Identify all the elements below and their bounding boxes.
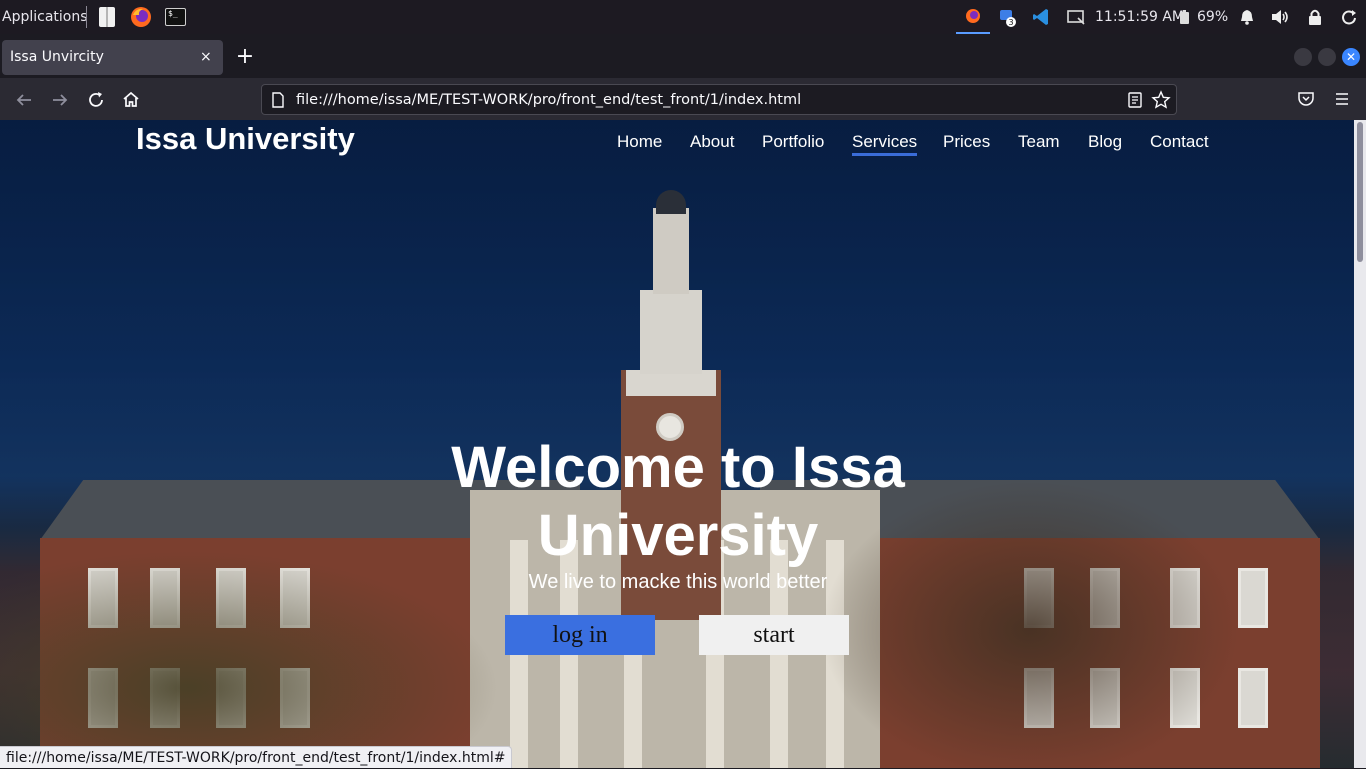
page-icon bbox=[271, 92, 285, 108]
window-close-button[interactable]: ✕ bbox=[1342, 48, 1360, 66]
nav-link-contact[interactable]: Contact bbox=[1150, 131, 1209, 153]
chat-tray-icon[interactable]: 3 bbox=[996, 0, 1022, 34]
window-minimize-button[interactable] bbox=[1294, 48, 1312, 66]
new-tab-button[interactable]: + bbox=[233, 46, 257, 70]
desktop-panel: Applications $_ 3 11:51:59 AM 69% bbox=[0, 0, 1366, 34]
hero-subtitle: We live to macke this world better bbox=[528, 571, 828, 593]
battery-percentage: 69% bbox=[1197, 9, 1229, 25]
url-bar[interactable]: file:///home/issa/ME/TEST-WORK/pro/front… bbox=[261, 84, 1177, 115]
nav-link-services[interactable]: Services bbox=[852, 131, 918, 156]
url-text[interactable]: file:///home/issa/ME/TEST-WORK/pro/front… bbox=[296, 85, 801, 115]
applications-menu[interactable]: Applications bbox=[0, 0, 88, 34]
pocket-icon[interactable] bbox=[1296, 89, 1316, 109]
tower-belfry bbox=[640, 290, 702, 374]
bell-icon[interactable] bbox=[1238, 8, 1256, 26]
nav-link-portfolio[interactable]: Portfolio bbox=[762, 131, 824, 153]
site-header: Issa University Home About Portfolio Ser… bbox=[0, 120, 1354, 170]
hamburger-menu-icon[interactable] bbox=[1332, 89, 1352, 109]
firefox-launcher-icon[interactable] bbox=[130, 6, 152, 28]
bookmark-star-icon[interactable] bbox=[1151, 90, 1171, 110]
clock[interactable]: 11:51:59 AM bbox=[1095, 0, 1184, 34]
hero-title: Welcome to Issa University bbox=[451, 435, 905, 568]
screenshot-tray-icon[interactable] bbox=[1064, 0, 1088, 34]
nav-link-home[interactable]: Home bbox=[617, 131, 662, 153]
tab-title: Issa Unvircity bbox=[10, 49, 104, 65]
tower-cupola bbox=[653, 208, 689, 294]
home-icon[interactable] bbox=[119, 88, 143, 112]
files-launcher-icon[interactable] bbox=[96, 6, 118, 28]
vscode-tray-icon[interactable] bbox=[1030, 0, 1054, 34]
power-icon[interactable] bbox=[1340, 8, 1358, 26]
page-scrollbar[interactable] bbox=[1354, 120, 1366, 768]
firefox-tray-icon[interactable] bbox=[956, 0, 990, 34]
link-status-bar: file:///home/issa/ME/TEST-WORK/pro/front… bbox=[0, 746, 513, 768]
terminal-launcher-icon[interactable]: $_ bbox=[164, 6, 186, 28]
site-logo[interactable]: Issa University bbox=[136, 120, 355, 158]
tower-dome bbox=[656, 190, 686, 214]
login-button[interactable]: log in bbox=[505, 615, 655, 655]
reload-icon[interactable] bbox=[84, 88, 108, 112]
nav-link-team[interactable]: Team bbox=[1018, 131, 1060, 153]
lock-icon[interactable] bbox=[1306, 8, 1324, 26]
panel-separator bbox=[86, 6, 87, 28]
nav-link-prices[interactable]: Prices bbox=[943, 131, 990, 153]
chat-badge: 3 bbox=[1008, 18, 1013, 27]
tab-close-icon[interactable]: × bbox=[200, 40, 212, 75]
battery-icon[interactable] bbox=[1180, 10, 1189, 24]
window-maximize-button[interactable] bbox=[1318, 48, 1336, 66]
reader-view-icon[interactable] bbox=[1126, 91, 1144, 109]
scrollbar-thumb[interactable] bbox=[1357, 122, 1363, 262]
volume-icon[interactable] bbox=[1270, 8, 1288, 26]
start-button[interactable]: start bbox=[699, 615, 849, 655]
page-viewport: Issa University Home About Portfolio Ser… bbox=[0, 120, 1354, 768]
back-arrow-icon[interactable] bbox=[12, 88, 36, 112]
nav-link-about[interactable]: About bbox=[690, 131, 734, 153]
forward-arrow-icon[interactable] bbox=[48, 88, 72, 112]
nav-link-blog[interactable]: Blog bbox=[1088, 131, 1122, 153]
browser-tab[interactable]: Issa Unvircity × bbox=[2, 40, 223, 75]
